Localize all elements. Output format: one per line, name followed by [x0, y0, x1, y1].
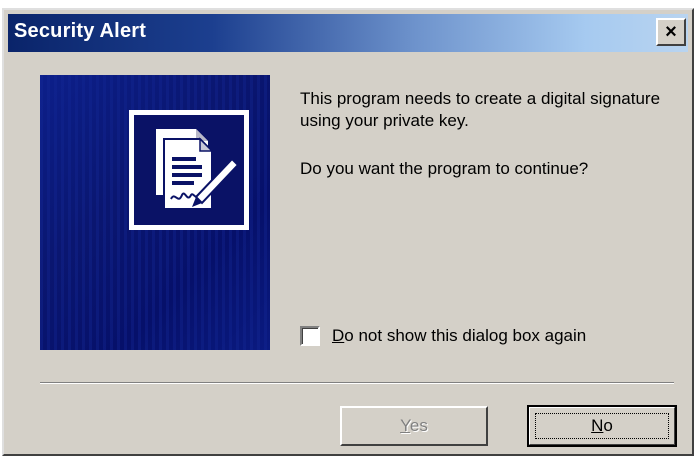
- security-alert-dialog: Security Alert × This program needs to c…: [2, 8, 694, 456]
- dialog-message: This program needs to create a digital s…: [300, 89, 661, 130]
- button-separator: [40, 382, 674, 384]
- security-banner-image: [40, 75, 270, 350]
- dialog-title: Security Alert: [14, 20, 147, 42]
- dont-show-again-label[interactable]: Do not show this dialog box again: [332, 326, 586, 346]
- close-icon: ×: [665, 21, 677, 43]
- yes-button-label: Yes: [400, 416, 428, 435]
- dont-show-again-option[interactable]: Do not show this dialog box again: [300, 324, 586, 348]
- close-button[interactable]: ×: [656, 18, 686, 46]
- dont-show-again-checkbox[interactable]: [300, 326, 320, 346]
- focus-rectangle: [535, 413, 669, 439]
- yes-button[interactable]: Yes: [340, 406, 488, 446]
- title-bar[interactable]: Security Alert ×: [8, 14, 688, 52]
- signed-document-pen-icon: [129, 110, 249, 230]
- no-button[interactable]: No: [527, 405, 677, 447]
- dialog-question: Do you want the program to continue?: [300, 159, 589, 178]
